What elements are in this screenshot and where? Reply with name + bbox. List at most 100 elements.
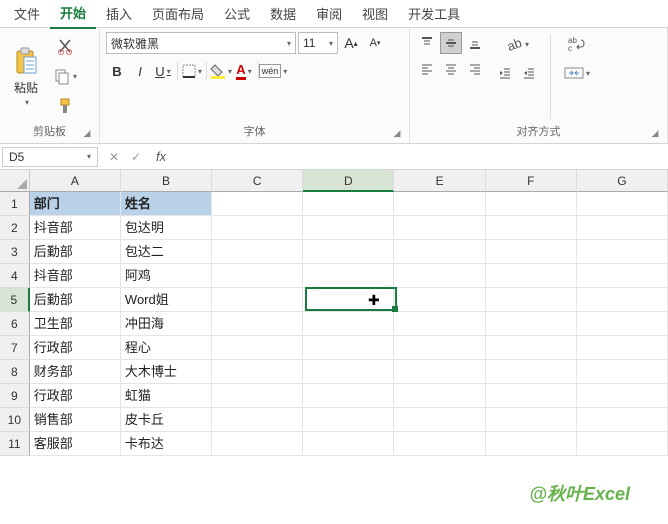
cell-A10[interactable]: 销售部 — [30, 408, 121, 432]
name-box[interactable]: D5▾ — [2, 147, 98, 167]
cell-F10[interactable] — [486, 408, 577, 432]
clipboard-launcher[interactable]: ◢ — [81, 127, 93, 139]
tab-页面布局[interactable]: 页面布局 — [142, 0, 214, 28]
cell-A11[interactable]: 客服部 — [30, 432, 121, 456]
cell-F6[interactable] — [486, 312, 577, 336]
align-left-button[interactable] — [416, 58, 438, 80]
cell-D10[interactable] — [303, 408, 394, 432]
row-header-3[interactable]: 3 — [0, 240, 30, 264]
cell-G11[interactable] — [577, 432, 668, 456]
cell-B8[interactable]: 大木博士 — [121, 360, 212, 384]
cell-F8[interactable] — [486, 360, 577, 384]
cell-G3[interactable] — [577, 240, 668, 264]
row-header-11[interactable]: 11 — [0, 432, 30, 456]
col-header-D[interactable]: D — [303, 170, 394, 192]
cell-E7[interactable] — [394, 336, 485, 360]
col-header-F[interactable]: F — [486, 170, 577, 192]
fill-color-button[interactable]: ▾ — [210, 60, 232, 82]
cell-E1[interactable] — [394, 192, 485, 216]
cell-D5[interactable] — [303, 288, 394, 312]
cell-G8[interactable] — [577, 360, 668, 384]
cell-G6[interactable] — [577, 312, 668, 336]
cut-button[interactable] — [50, 34, 80, 58]
border-button[interactable]: ▾ — [181, 60, 203, 82]
cell-E9[interactable] — [394, 384, 485, 408]
col-header-E[interactable]: E — [394, 170, 485, 192]
align-bottom-button[interactable] — [464, 32, 486, 54]
cell-A4[interactable]: 抖音部 — [30, 264, 121, 288]
cell-F9[interactable] — [486, 384, 577, 408]
decrease-indent-button[interactable] — [494, 62, 516, 84]
cell-A1[interactable]: 部门 — [30, 192, 121, 216]
cell-B3[interactable]: 包达二 — [121, 240, 212, 264]
cell-D2[interactable] — [303, 216, 394, 240]
cell-F7[interactable] — [486, 336, 577, 360]
row-header-8[interactable]: 8 — [0, 360, 30, 384]
format-painter-button[interactable] — [50, 94, 80, 118]
row-header-9[interactable]: 9 — [0, 384, 30, 408]
formula-input[interactable] — [172, 148, 668, 166]
cell-E5[interactable] — [394, 288, 485, 312]
tab-数据[interactable]: 数据 — [260, 0, 306, 28]
cell-E10[interactable] — [394, 408, 485, 432]
cell-E6[interactable] — [394, 312, 485, 336]
tab-开发工具[interactable]: 开发工具 — [398, 0, 470, 28]
worksheet[interactable]: ABCDEFG 1部门姓名2抖音部包达明3后勤部包达二4抖音部阿鸡5后勤部Wor… — [0, 170, 668, 456]
phonetic-button[interactable]: wén▾ — [262, 60, 284, 82]
cell-B1[interactable]: 姓名 — [121, 192, 212, 216]
cell-B5[interactable]: Word姐 — [121, 288, 212, 312]
bold-button[interactable]: B — [106, 60, 128, 82]
paste-button[interactable]: 粘贴 ▾ — [6, 32, 46, 121]
cell-D1[interactable] — [303, 192, 394, 216]
cell-F11[interactable] — [486, 432, 577, 456]
cell-C10[interactable] — [212, 408, 303, 432]
cell-A7[interactable]: 行政部 — [30, 336, 121, 360]
cell-C6[interactable] — [212, 312, 303, 336]
col-header-B[interactable]: B — [121, 170, 212, 192]
cell-G7[interactable] — [577, 336, 668, 360]
italic-button[interactable]: I — [129, 60, 151, 82]
cell-A6[interactable]: 卫生部 — [30, 312, 121, 336]
cell-D6[interactable] — [303, 312, 394, 336]
row-header-1[interactable]: 1 — [0, 192, 30, 216]
merge-cells-button[interactable]: ▾ — [561, 62, 593, 84]
tab-视图[interactable]: 视图 — [352, 0, 398, 28]
cell-B6[interactable]: 冲田海 — [121, 312, 212, 336]
cell-D7[interactable] — [303, 336, 394, 360]
row-header-5[interactable]: 5 — [0, 288, 30, 312]
cell-D4[interactable] — [303, 264, 394, 288]
row-header-4[interactable]: 4 — [0, 264, 30, 288]
orientation-button[interactable]: ab▾ — [494, 32, 540, 56]
cell-B2[interactable]: 包达明 — [121, 216, 212, 240]
increase-font-button[interactable]: A▴ — [340, 32, 362, 54]
cell-G10[interactable] — [577, 408, 668, 432]
align-top-button[interactable] — [416, 32, 438, 54]
cell-F5[interactable] — [486, 288, 577, 312]
cell-F4[interactable] — [486, 264, 577, 288]
cell-B4[interactable]: 阿鸡 — [121, 264, 212, 288]
cell-A3[interactable]: 后勤部 — [30, 240, 121, 264]
underline-button[interactable]: U▾ — [152, 60, 174, 82]
cell-B9[interactable]: 虹猫 — [121, 384, 212, 408]
cell-C9[interactable] — [212, 384, 303, 408]
cell-D9[interactable] — [303, 384, 394, 408]
cell-C1[interactable] — [212, 192, 303, 216]
wrap-text-button[interactable]: abc — [561, 32, 593, 56]
row-header-10[interactable]: 10 — [0, 408, 30, 432]
cell-G9[interactable] — [577, 384, 668, 408]
cell-E11[interactable] — [394, 432, 485, 456]
font-name-select[interactable]: 微软雅黑▾ — [106, 32, 296, 54]
cell-D11[interactable] — [303, 432, 394, 456]
cell-C4[interactable] — [212, 264, 303, 288]
cell-C5[interactable] — [212, 288, 303, 312]
col-header-A[interactable]: A — [30, 170, 121, 192]
cell-E8[interactable] — [394, 360, 485, 384]
row-header-7[interactable]: 7 — [0, 336, 30, 360]
tab-文件[interactable]: 文件 — [4, 0, 50, 28]
cancel-formula-button[interactable]: ✕ — [104, 147, 124, 167]
cell-B7[interactable]: 程心 — [121, 336, 212, 360]
font-launcher[interactable]: ◢ — [391, 127, 403, 139]
cell-A9[interactable]: 行政部 — [30, 384, 121, 408]
align-center-button[interactable] — [440, 58, 462, 80]
cell-E2[interactable] — [394, 216, 485, 240]
